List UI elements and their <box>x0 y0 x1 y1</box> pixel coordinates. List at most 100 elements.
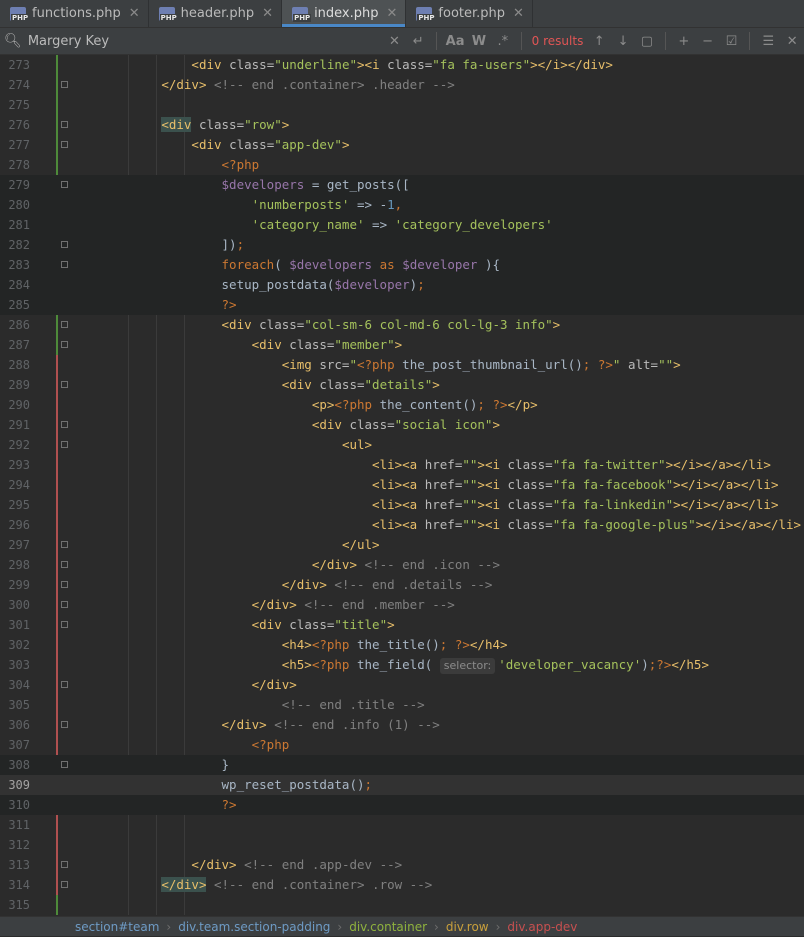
search-input[interactable] <box>25 32 383 50</box>
code-line: 304 </div> <box>0 675 804 695</box>
code-line: 300 </div> <!-- end .member --> <box>0 595 804 615</box>
line-number: 289 <box>8 378 30 392</box>
breadcrumb-item-team-section[interactable]: div.team.section-padding <box>178 920 330 934</box>
tab-header-php[interactable]: header.php ✕ <box>149 0 283 27</box>
breadcrumb: section#team › div.team.section-padding › di… <box>0 916 804 936</box>
tab-label: index.php <box>314 6 379 21</box>
line-number: 281 <box>8 218 30 232</box>
line-number: 285 <box>8 298 30 312</box>
tab-footer-php[interactable]: footer.php ✕ <box>406 0 533 27</box>
line-number: 278 <box>8 158 30 172</box>
fold-icon[interactable] <box>61 321 68 328</box>
line-number: 312 <box>8 838 30 852</box>
code-line: 302 <h4><?php the_title(); ?></h4> <box>0 635 804 655</box>
current-code-line: 309 wp_reset_postdata(); <box>0 775 804 795</box>
line-number: 311 <box>8 818 30 832</box>
fold-icon[interactable] <box>61 881 68 888</box>
match-case-button[interactable]: Aa <box>443 34 467 49</box>
line-number: 315 <box>8 898 30 912</box>
php-file-icon <box>10 6 30 22</box>
tab-index-php[interactable]: index.php ✕ <box>282 0 407 27</box>
code-line: 293 <li><a href=""><i class="fa fa-twitt… <box>0 455 804 475</box>
line-number: 299 <box>8 578 30 592</box>
line-number: 314 <box>8 878 30 892</box>
fold-icon[interactable] <box>61 441 68 448</box>
close-icon[interactable]: ✕ <box>129 6 140 21</box>
code-line: 301 <div class="title"> <box>0 615 804 635</box>
tab-label: footer.php <box>438 6 506 21</box>
new-line-icon[interactable]: ↵ <box>406 34 430 49</box>
fold-icon[interactable] <box>61 381 68 388</box>
previous-occurrence-icon[interactable]: ↑ <box>587 34 611 49</box>
add-occurrence-icon[interactable]: + <box>672 34 696 49</box>
code-line: 290 <p><?php the_content(); ?></p> <box>0 395 804 415</box>
tab-label: header.php <box>180 6 255 21</box>
line-number: 280 <box>8 198 30 212</box>
code-line: 286 <div class="col-sm-6 col-md-6 col-lg… <box>0 315 804 335</box>
breadcrumb-item-container[interactable]: div.container <box>349 920 427 934</box>
filter-icon[interactable]: ☰ <box>756 34 780 49</box>
breadcrumb-item-section-team[interactable]: section#team <box>75 920 159 934</box>
breadcrumb-item-row[interactable]: div.row <box>446 920 489 934</box>
code-line: 297 </ul> <box>0 535 804 555</box>
line-number: 277 <box>8 138 30 152</box>
fold-icon[interactable] <box>61 541 68 548</box>
close-icon[interactable]: ✕ <box>513 6 524 21</box>
php-file-icon <box>416 6 436 22</box>
code-line: 295 <li><a href=""><i class="fa fa-linke… <box>0 495 804 515</box>
code-line: 294 <li><a href=""><i class="fa fa-faceb… <box>0 475 804 495</box>
fold-icon[interactable] <box>61 681 68 688</box>
fold-icon[interactable] <box>61 601 68 608</box>
line-number: 273 <box>8 58 30 72</box>
fold-icon[interactable] <box>61 341 68 348</box>
code-line: 283 foreach( $developers as $developer )… <box>0 255 804 275</box>
code-line: 313 </div> <!-- end .app-dev --> <box>0 855 804 875</box>
code-line: 285 ?> <box>0 295 804 315</box>
fold-icon[interactable] <box>61 581 68 588</box>
code-line: 292 <ul> <box>0 435 804 455</box>
fold-icon[interactable] <box>61 121 68 128</box>
fold-icon[interactable] <box>61 181 68 188</box>
fold-icon[interactable] <box>61 81 68 88</box>
search-icon[interactable]: 🔍︎ <box>0 33 26 49</box>
code-line: 288 <img src="<?php the_post_thumbnail_u… <box>0 355 804 375</box>
fold-icon[interactable] <box>61 261 68 268</box>
line-number: 296 <box>8 518 30 532</box>
breadcrumb-item-app-dev[interactable]: div.app-dev <box>507 920 577 934</box>
code-line: 312 <box>0 835 804 855</box>
fold-icon[interactable] <box>61 241 68 248</box>
select-all-occurrences-icon[interactable]: ▢ <box>635 34 659 49</box>
fold-icon[interactable] <box>61 761 68 768</box>
line-number: 283 <box>8 258 30 272</box>
code-line: 289 <div class="details"> <box>0 375 804 395</box>
select-all-icon[interactable]: ☑ <box>720 34 744 49</box>
fold-icon[interactable] <box>61 561 68 568</box>
code-line: 279 $developers = get_posts([ <box>0 175 804 195</box>
close-icon[interactable]: ✕ <box>387 6 398 21</box>
code-editor[interactable]: 273 <div class="underline"><i class="fa … <box>0 55 804 915</box>
fold-icon[interactable] <box>61 421 68 428</box>
tab-functions-php[interactable]: functions.php ✕ <box>0 0 149 27</box>
code-line: 311 <box>0 815 804 835</box>
breadcrumb-separator: › <box>434 920 439 934</box>
line-number: 284 <box>8 278 30 292</box>
code-line: 284 setup_postdata($developer); <box>0 275 804 295</box>
close-icon[interactable]: ✕ <box>262 6 273 21</box>
line-number: 274 <box>8 78 30 92</box>
line-number: 282 <box>8 238 30 252</box>
fold-icon[interactable] <box>61 621 68 628</box>
remove-occurrence-icon[interactable]: − <box>696 34 720 49</box>
code-line: 287 <div class="member"> <box>0 335 804 355</box>
fold-icon[interactable] <box>61 861 68 868</box>
fold-icon[interactable] <box>61 721 68 728</box>
line-number: 303 <box>8 658 30 672</box>
clear-search-icon[interactable]: ✕ <box>382 34 406 49</box>
regex-button[interactable]: .* <box>491 34 515 49</box>
words-button[interactable]: W <box>467 34 491 49</box>
line-number: 313 <box>8 858 30 872</box>
fold-icon[interactable] <box>61 141 68 148</box>
next-occurrence-icon[interactable]: ↓ <box>611 34 635 49</box>
code-line: 306 </div> <!-- end .info (1) --> <box>0 715 804 735</box>
code-line: 299 </div> <!-- end .details --> <box>0 575 804 595</box>
close-find-icon[interactable]: ✕ <box>780 34 804 49</box>
